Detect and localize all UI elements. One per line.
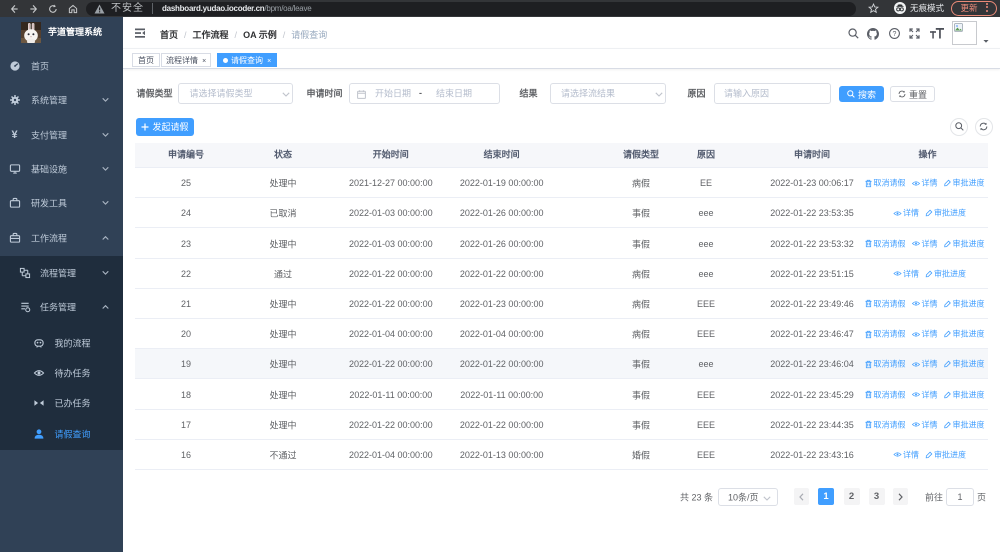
svg-text:?: ?	[893, 31, 897, 38]
